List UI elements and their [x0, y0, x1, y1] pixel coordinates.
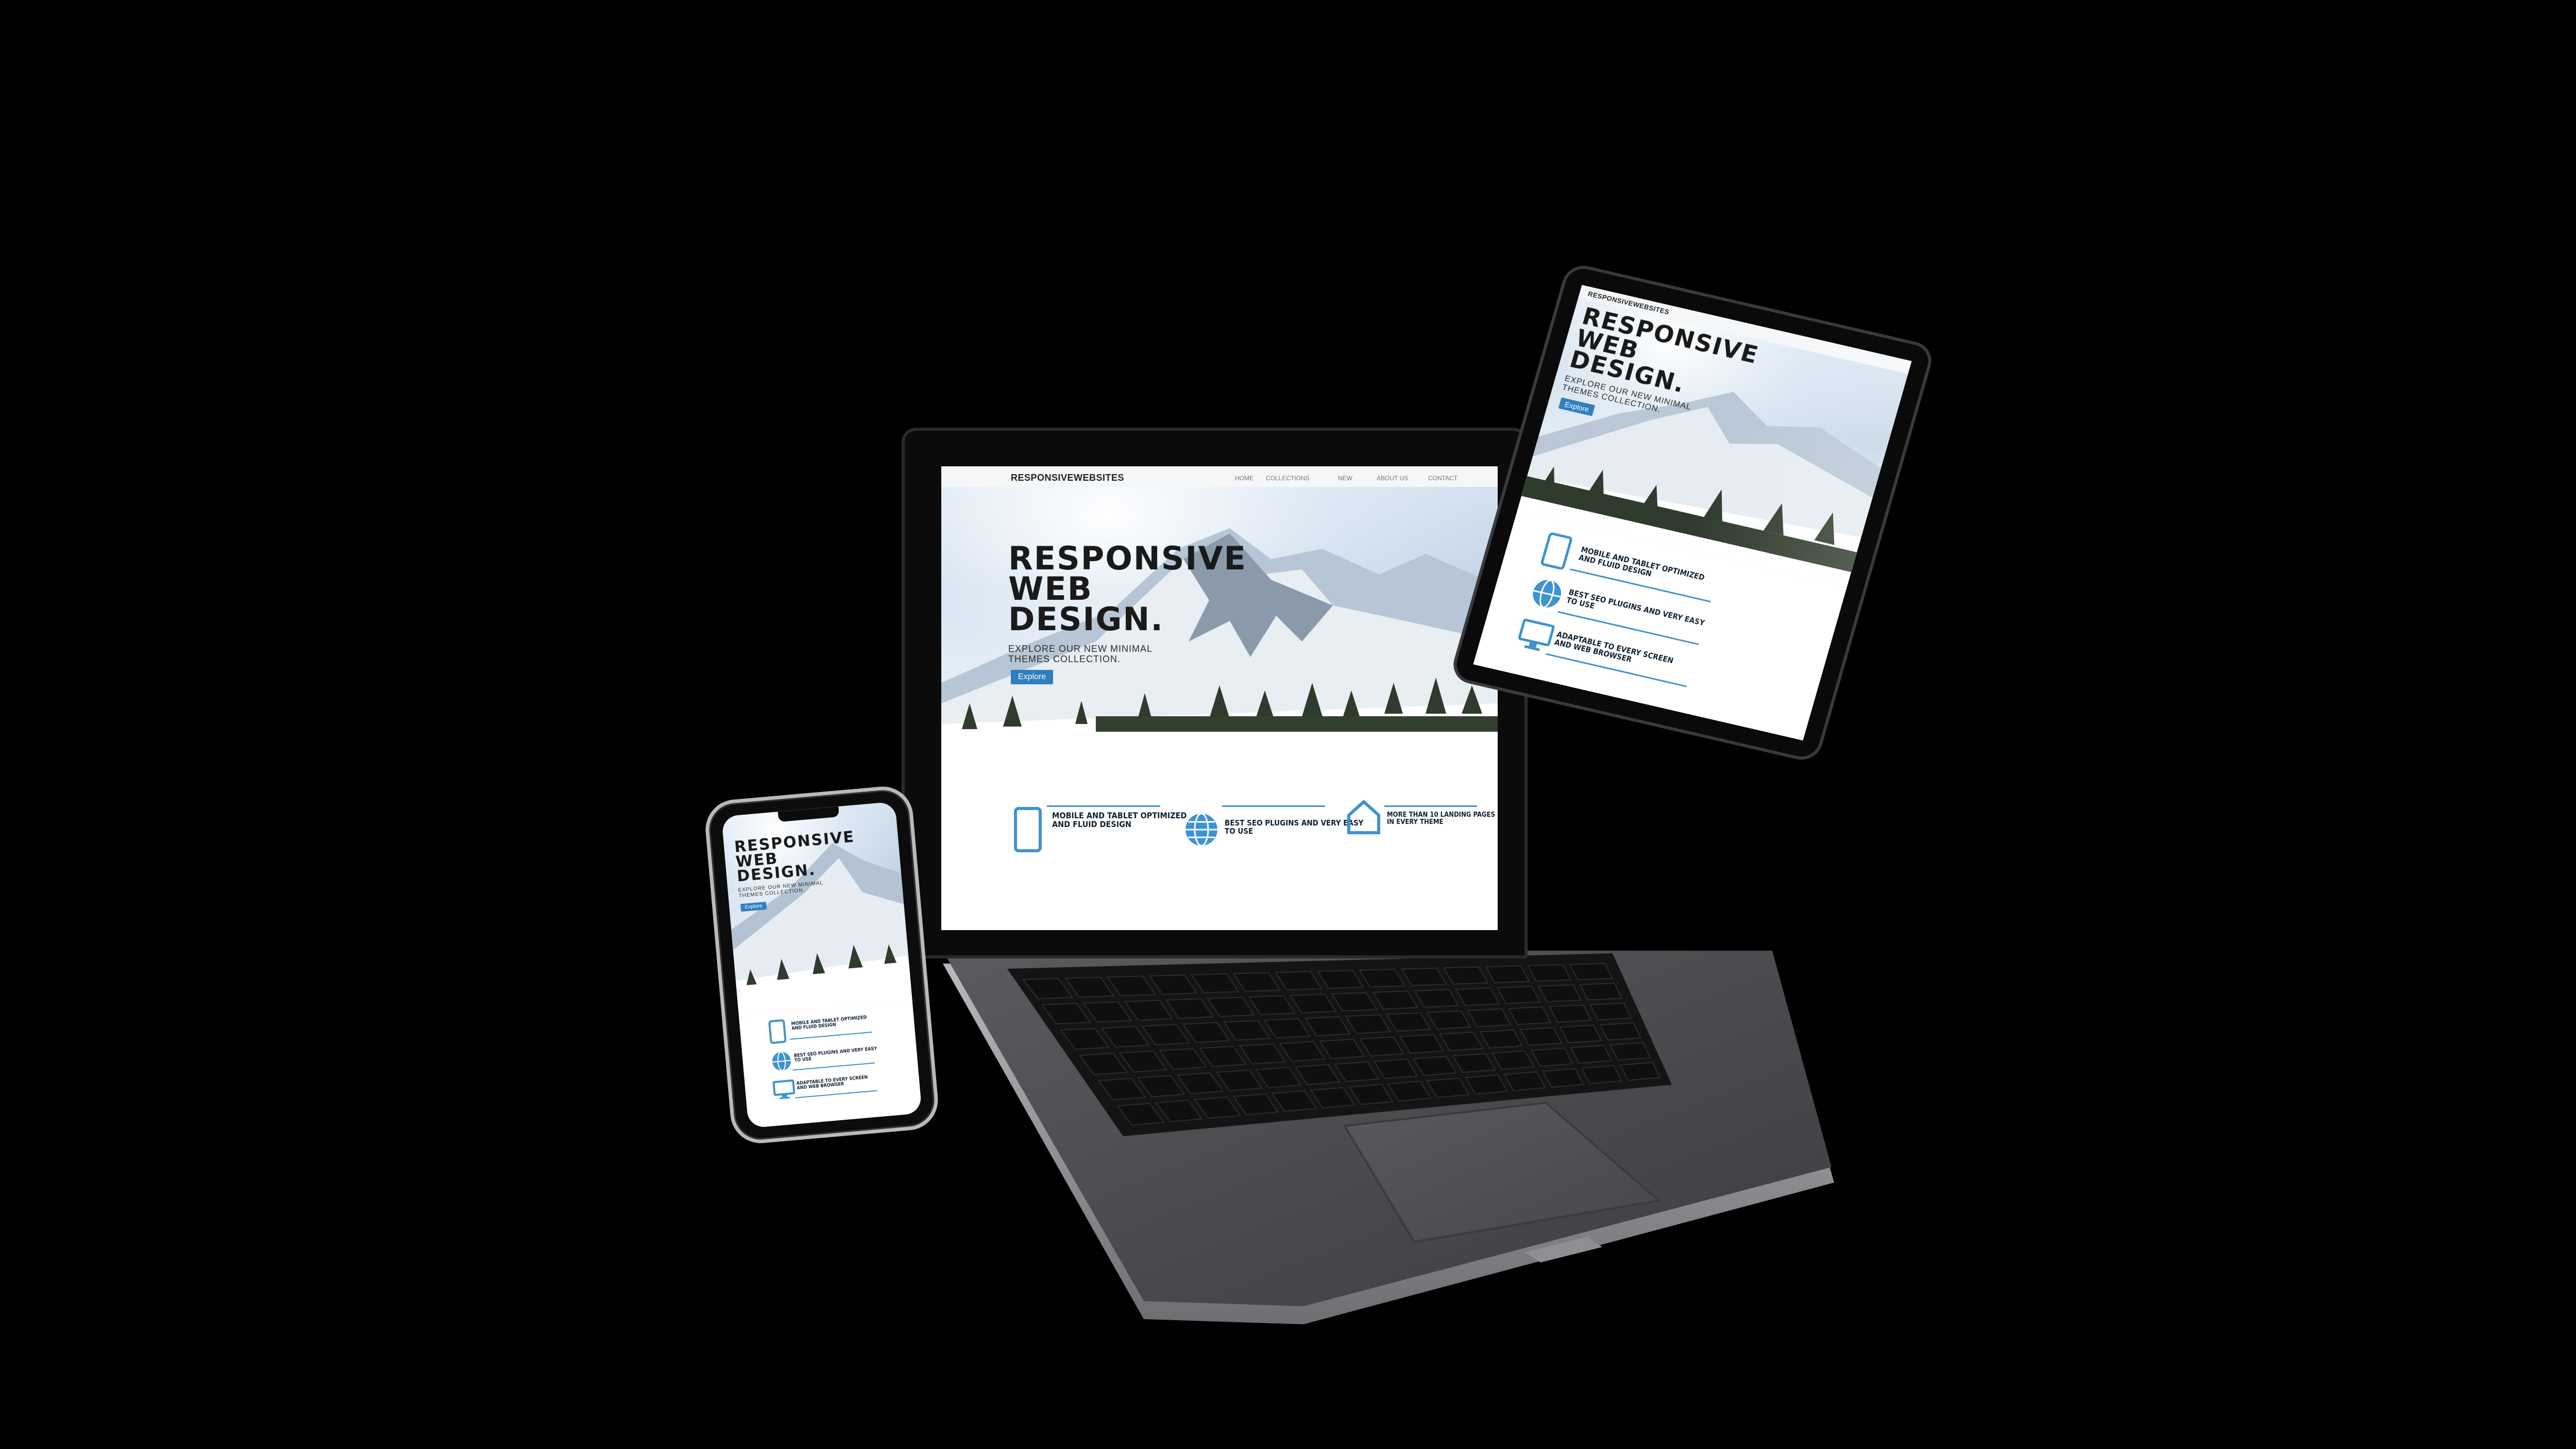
nav-new[interactable]: NEW — [1338, 475, 1352, 482]
keyboard-key — [1538, 984, 1582, 1002]
keyboard-key — [1527, 964, 1572, 982]
laptop-navbar: RESPONSIVEWEBSITES HOME COLLECTIONS NEW … — [941, 466, 1498, 487]
site-logo: RESPONSIVEWEBSITES — [1011, 473, 1125, 483]
globe-icon — [772, 1051, 791, 1071]
explore-button[interactable]: Explore — [1011, 670, 1054, 684]
feature-divider — [1384, 805, 1477, 807]
keyboard-key — [1548, 1004, 1592, 1023]
feature-text: BEST SEO PLUGINS AND VERY EASY TO USE — [793, 1046, 877, 1064]
nav-contact[interactable]: CONTACT — [1428, 475, 1458, 482]
feature-text: MOBILE AND TABLET OPTIMIZED AND FLUID DE… — [1052, 811, 1187, 829]
feature-divider — [792, 1062, 875, 1071]
features-list: MOBILE AND TABLET OPTIMIZED AND FLUID DE… — [739, 1004, 922, 1128]
house-icon — [1347, 799, 1380, 834]
phone-screen: RESPONSIVE WEB DESIGN. EXPLORE OUR NEW M… — [721, 801, 922, 1128]
monitor-icon — [1518, 618, 1555, 651]
globe-icon — [1185, 813, 1217, 847]
feature-text: ADAPTABLE TO EVERY SCREEN AND WEB BROWSE… — [796, 1075, 868, 1091]
scene: RESPONSIVEWEBSITES HOME COLLECTIONS NEW … — [0, 0, 2576, 1449]
hero-image: RESPONSIVE WEB DESIGN. EXPLORE OUR NEW M… — [941, 487, 1498, 776]
laptop-screen: RESPONSIVEWEBSITES HOME COLLECTIONS NEW … — [941, 466, 1498, 930]
hero-image: RESPONSIVE WEB DESIGN. EXPLORE OUR NEW M… — [721, 801, 912, 1017]
tablet-icon — [768, 1019, 787, 1044]
feature-divider — [1047, 805, 1160, 807]
nav-collections[interactable]: COLLECTIONS — [1266, 475, 1310, 482]
tablet-icon — [1014, 807, 1042, 852]
hero-subtitle: EXPLORE OUR NEW MINIMAL THEMES COLLECTIO… — [1008, 644, 1153, 664]
keyboard-key — [1609, 1042, 1651, 1061]
feature-text: MOBILE AND TABLET OPTIMIZED AND FLUID DE… — [791, 1015, 867, 1032]
feature-divider — [1222, 805, 1325, 807]
nav-about[interactable]: ABOUT US — [1377, 475, 1408, 482]
globe-icon — [1533, 579, 1562, 608]
tablet-icon — [1540, 532, 1572, 570]
keyboard-key — [1619, 1062, 1661, 1081]
keyboard-key — [1579, 983, 1623, 1001]
keyboard-key — [1599, 1022, 1642, 1041]
phone: RESPONSIVE WEB DESIGN. EXPLORE OUR NEW M… — [707, 788, 937, 1142]
feature-text: MORE THAN 10 LANDING PAGES IN EVERY THEM… — [1387, 811, 1495, 826]
feature-divider — [790, 1031, 872, 1040]
feature-divider — [795, 1090, 877, 1099]
feature-text: BEST SEO PLUGINS AND VERY EASY TO USE — [1225, 818, 1364, 836]
nav-home[interactable]: HOME — [1235, 475, 1253, 482]
keyboard-key — [1589, 1002, 1632, 1021]
hero-title: RESPONSIVE WEB DESIGN. — [1008, 540, 1247, 638]
monitor-icon — [772, 1079, 795, 1100]
keyboard-key — [1569, 963, 1613, 981]
features-row: MOBILE AND TABLET OPTIMIZED AND FLUID DE… — [941, 796, 1498, 899]
